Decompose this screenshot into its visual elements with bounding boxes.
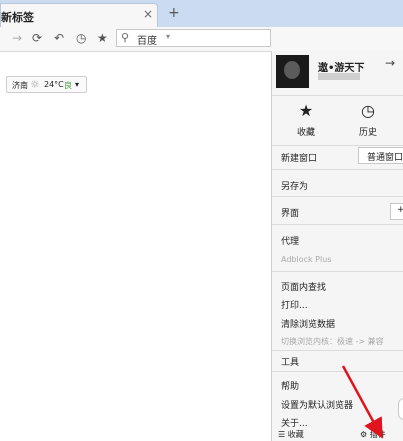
chevron-down-icon[interactable]: ▾ bbox=[75, 80, 79, 89]
menu-item-new-window[interactable]: 新建窗口 bbox=[281, 151, 317, 164]
window-mode-select[interactable]: 普通窗口 bbox=[358, 147, 403, 164]
forward-icon[interactable]: → bbox=[12, 31, 22, 45]
menu-item-clear-data[interactable]: 清除浏览数据 bbox=[281, 317, 335, 330]
menu-item-find[interactable]: 页面内查找 bbox=[281, 280, 326, 293]
user-subtitle bbox=[318, 73, 360, 80]
menu-footer: ☰ 收藏 ⚙ 插件 bbox=[272, 428, 403, 441]
divider bbox=[272, 196, 403, 197]
chevron-down-icon[interactable]: ▾ bbox=[166, 32, 170, 41]
user-profile[interactable]: 遨•游天下 → bbox=[272, 51, 403, 95]
username: 遨•游天下 bbox=[318, 63, 365, 74]
footer-plugins[interactable]: ⚙ 插件 bbox=[360, 429, 386, 440]
tab-title: 新标签 bbox=[1, 11, 34, 24]
toolbar: → ⟳ ↶ ◷ ★ ⚲ 百度 ▾ bbox=[0, 27, 403, 52]
divider bbox=[272, 145, 403, 146]
menu-item-proxy[interactable]: 代理 bbox=[281, 234, 299, 247]
divider bbox=[272, 371, 403, 372]
menu-item-interface[interactable]: 界面 bbox=[281, 206, 299, 219]
divider bbox=[272, 95, 403, 96]
menu-item-adblock[interactable]: Adblock Plus bbox=[281, 255, 331, 264]
search-icon: ⚲ bbox=[121, 31, 130, 44]
sun-icon: ☼ bbox=[30, 78, 40, 91]
favorites-label: 收藏 bbox=[296, 128, 315, 138]
divider bbox=[272, 350, 403, 351]
search-engine-label[interactable]: 百度 bbox=[137, 32, 157, 47]
main-menu: 遨•游天下 → ★ 收藏 ◷ 历史 新建窗口 普通窗口 另存为 界面 + 代理 … bbox=[271, 51, 403, 441]
avatar[interactable] bbox=[276, 55, 309, 88]
clock-icon: ◷ bbox=[361, 101, 375, 120]
tab-strip: 新标签 × + bbox=[0, 0, 403, 27]
air-quality: 良 bbox=[64, 81, 72, 90]
tab-new-tab[interactable]: 新标签 × bbox=[0, 3, 158, 27]
search-input[interactable]: ⚲ 百度 ▾ bbox=[116, 29, 271, 47]
divider bbox=[272, 224, 403, 225]
undo-icon[interactable]: ↶ bbox=[54, 31, 64, 45]
star-icon: ★ bbox=[298, 101, 314, 120]
interface-zoom-button[interactable]: + bbox=[390, 203, 403, 220]
window-mode-value: 普通窗口 bbox=[367, 153, 403, 163]
favorite-icon[interactable]: ★ bbox=[97, 31, 108, 45]
history-label: 历史 bbox=[358, 128, 377, 138]
new-tab-button[interactable]: + bbox=[168, 5, 180, 21]
favorites-button[interactable]: ★ 收藏 bbox=[276, 101, 336, 141]
menu-item-help[interactable]: 帮助 bbox=[281, 379, 299, 392]
history-icon[interactable]: ◷ bbox=[76, 31, 86, 45]
menu-item-switch-kernel[interactable]: 切换浏览内核：极速 -> 兼容 bbox=[281, 336, 384, 347]
weather-city: 济南 bbox=[12, 81, 28, 90]
logout-icon[interactable]: → bbox=[385, 56, 395, 70]
divider bbox=[272, 169, 403, 170]
close-icon[interactable]: × bbox=[143, 7, 153, 21]
menu-item-tools[interactable]: 工具 bbox=[281, 355, 299, 368]
menu-item-set-default[interactable]: 设置为默认浏览器 bbox=[281, 398, 353, 411]
refresh-icon[interactable]: ⟳ bbox=[32, 31, 42, 45]
history-button[interactable]: ◷ 历史 bbox=[338, 101, 398, 141]
menu-item-save-as[interactable]: 另存为 bbox=[281, 179, 308, 192]
divider bbox=[272, 271, 403, 272]
footer-favorites[interactable]: ☰ 收藏 bbox=[278, 429, 304, 440]
plus-icon: + bbox=[397, 205, 403, 215]
menu-item-print[interactable]: 打印... bbox=[281, 298, 308, 311]
weather-widget[interactable]: 济南 ☼ 24°C 良 ▾ bbox=[6, 76, 87, 93]
side-tab[interactable] bbox=[398, 398, 403, 420]
weather-temp: 24°C bbox=[44, 80, 64, 89]
